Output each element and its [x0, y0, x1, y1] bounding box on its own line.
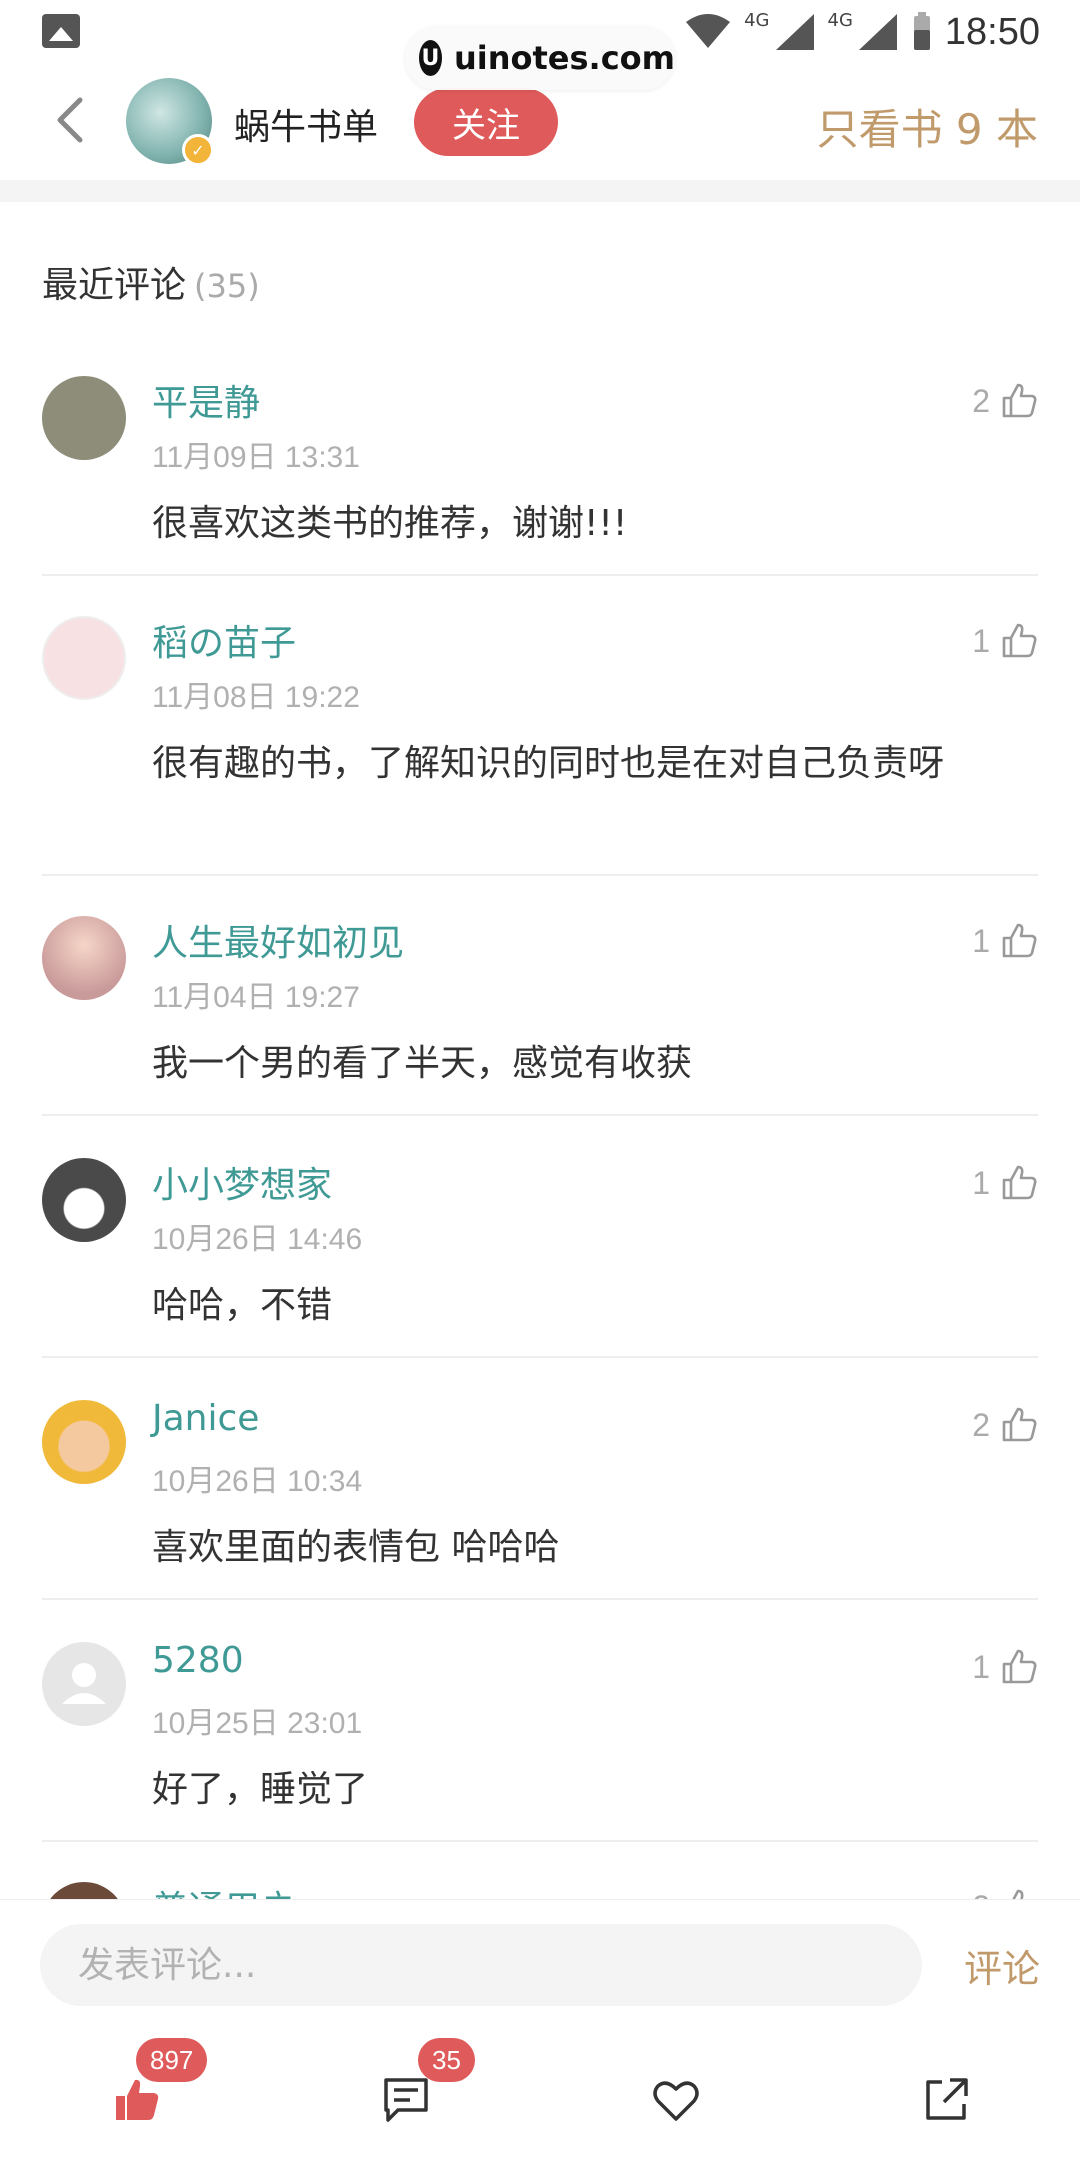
- like-count: 1: [972, 622, 990, 659]
- commenter-name[interactable]: 稻の苗子: [152, 614, 296, 666]
- comment-icon: [384, 2078, 428, 2122]
- like-count-badge: 897: [136, 2038, 208, 2082]
- thumbs-up-icon: [1002, 383, 1037, 418]
- status-right: 4G 4G 18:50: [684, 6, 1040, 58]
- comment-item: 稻の苗子 11月08日 19:22 很有趣的书，了解知识的同时也是在对自己负责呀…: [42, 616, 1038, 876]
- thumbs-up-icon: [1002, 923, 1037, 958]
- like-count: 1: [972, 922, 990, 959]
- thumbs-up-icon: [1002, 623, 1037, 658]
- like-button[interactable]: 1: [972, 622, 1038, 660]
- comment-text: 我一个男的看了半天，感觉有收获: [152, 1043, 693, 1084]
- commenter-name[interactable]: Janice: [152, 1398, 259, 1439]
- commenter-name[interactable]: 小小梦想家: [152, 1156, 332, 1208]
- commenter-avatar[interactable]: [42, 1642, 126, 1726]
- like-button[interactable]: 1: [972, 922, 1038, 960]
- recent-comments-title: 最近评论 (35): [42, 256, 260, 308]
- commenter-avatar[interactable]: [42, 616, 126, 700]
- chevron-left-icon: [57, 97, 83, 143]
- commenter-avatar[interactable]: [42, 1400, 126, 1484]
- like-button[interactable]: 1: [972, 1164, 1038, 1202]
- network-type-label-2: 4G: [827, 9, 853, 31]
- comment-item: 平是静 11月09日 13:31 很喜欢这类书的推荐，谢谢!!! 2: [42, 376, 1038, 576]
- comment-time: 10月26日 10:34: [152, 1465, 363, 1498]
- like-count: 1: [972, 1648, 990, 1685]
- favorite-tab[interactable]: [636, 2060, 716, 2140]
- like-count: 2: [972, 382, 990, 419]
- like-button[interactable]: 1: [972, 1648, 1038, 1686]
- comment-count: (35): [194, 267, 260, 305]
- like-count: 2: [972, 1406, 990, 1443]
- bottom-bar: 评论 897 35: [0, 1900, 1080, 2160]
- commenter-avatar[interactable]: [42, 1158, 126, 1242]
- comments-tab[interactable]: 35: [366, 2038, 475, 2140]
- thumbs-up-icon: [1002, 1407, 1037, 1442]
- comment-time: 11月08日 19:22: [152, 681, 360, 714]
- signal-icon: [775, 14, 814, 50]
- commenter-name[interactable]: 人生最好如初见: [152, 914, 404, 966]
- back-button[interactable]: [50, 94, 90, 146]
- like-button[interactable]: 2: [972, 382, 1038, 420]
- verified-badge-icon: ✓: [182, 134, 214, 166]
- section-title-text: 最近评论: [42, 265, 187, 306]
- network-type-label: 4G: [744, 9, 770, 31]
- watermark-text: uinotes.com: [453, 39, 675, 77]
- share-icon: [926, 2078, 968, 2120]
- send-comment-button[interactable]: 评论: [964, 1938, 1040, 1993]
- comment-text: 好了，睡觉了: [152, 1769, 369, 1810]
- comment-item: 人生最好如初见 11月04日 19:27 我一个男的看了半天，感觉有收获 1: [42, 916, 1038, 1116]
- comment-text: 很喜欢这类书的推荐，谢谢!!!: [152, 503, 628, 544]
- commenter-name[interactable]: 平是静: [152, 374, 260, 426]
- signal-icon-2: [858, 14, 897, 50]
- commenter-avatar[interactable]: [42, 376, 126, 460]
- comment-time: 11月04日 19:27: [152, 981, 360, 1014]
- account-name[interactable]: 蜗牛书单: [234, 98, 378, 150]
- gallery-notification-icon: [42, 14, 80, 48]
- like-count: 1: [972, 1164, 990, 1201]
- commenter-name[interactable]: 5280: [152, 1640, 244, 1681]
- comment-text: 喜欢里面的表情包 哈哈哈: [152, 1527, 560, 1568]
- follow-button[interactable]: 关注: [414, 88, 558, 156]
- heart-icon: [653, 2081, 699, 2121]
- comment-count-badge: 35: [418, 2038, 475, 2082]
- watermark-logo-icon: U: [419, 40, 442, 76]
- battery-icon: [913, 12, 930, 50]
- comment-input[interactable]: [40, 1924, 922, 2006]
- wifi-icon: [686, 14, 731, 48]
- comment-item: Janice 10月26日 10:34 喜欢里面的表情包 哈哈哈 2: [42, 1398, 1038, 1600]
- section-divider: [0, 180, 1080, 202]
- share-tab[interactable]: [906, 2060, 986, 2140]
- comment-time: 10月25日 23:01: [152, 1707, 363, 1740]
- like-tab[interactable]: 897: [96, 2038, 208, 2140]
- comment-item: 小小梦想家 10月26日 14:46 哈哈，不错 1: [42, 1158, 1038, 1358]
- default-user-icon: [62, 1663, 106, 1704]
- thumbs-up-icon: [1002, 1165, 1037, 1200]
- thumbs-up-icon: [1002, 1649, 1037, 1684]
- like-button[interactable]: 2: [972, 1406, 1038, 1444]
- comment-text: 哈哈，不错: [152, 1285, 333, 1326]
- only-books-link[interactable]: 只看书 9 本: [817, 96, 1038, 157]
- comment-text: 很有趣的书，了解知识的同时也是在对自己负责呀: [152, 743, 945, 784]
- watermark: U uinotes.com: [405, 26, 675, 90]
- clock: 18:50: [944, 10, 1040, 53]
- commenter-avatar[interactable]: [42, 916, 126, 1000]
- comment-time: 11月09日 13:31: [152, 441, 360, 474]
- comment-time: 10月26日 14:46: [152, 1223, 363, 1256]
- comment-item: 5280 10月25日 23:01 好了，睡觉了 1: [42, 1640, 1038, 1842]
